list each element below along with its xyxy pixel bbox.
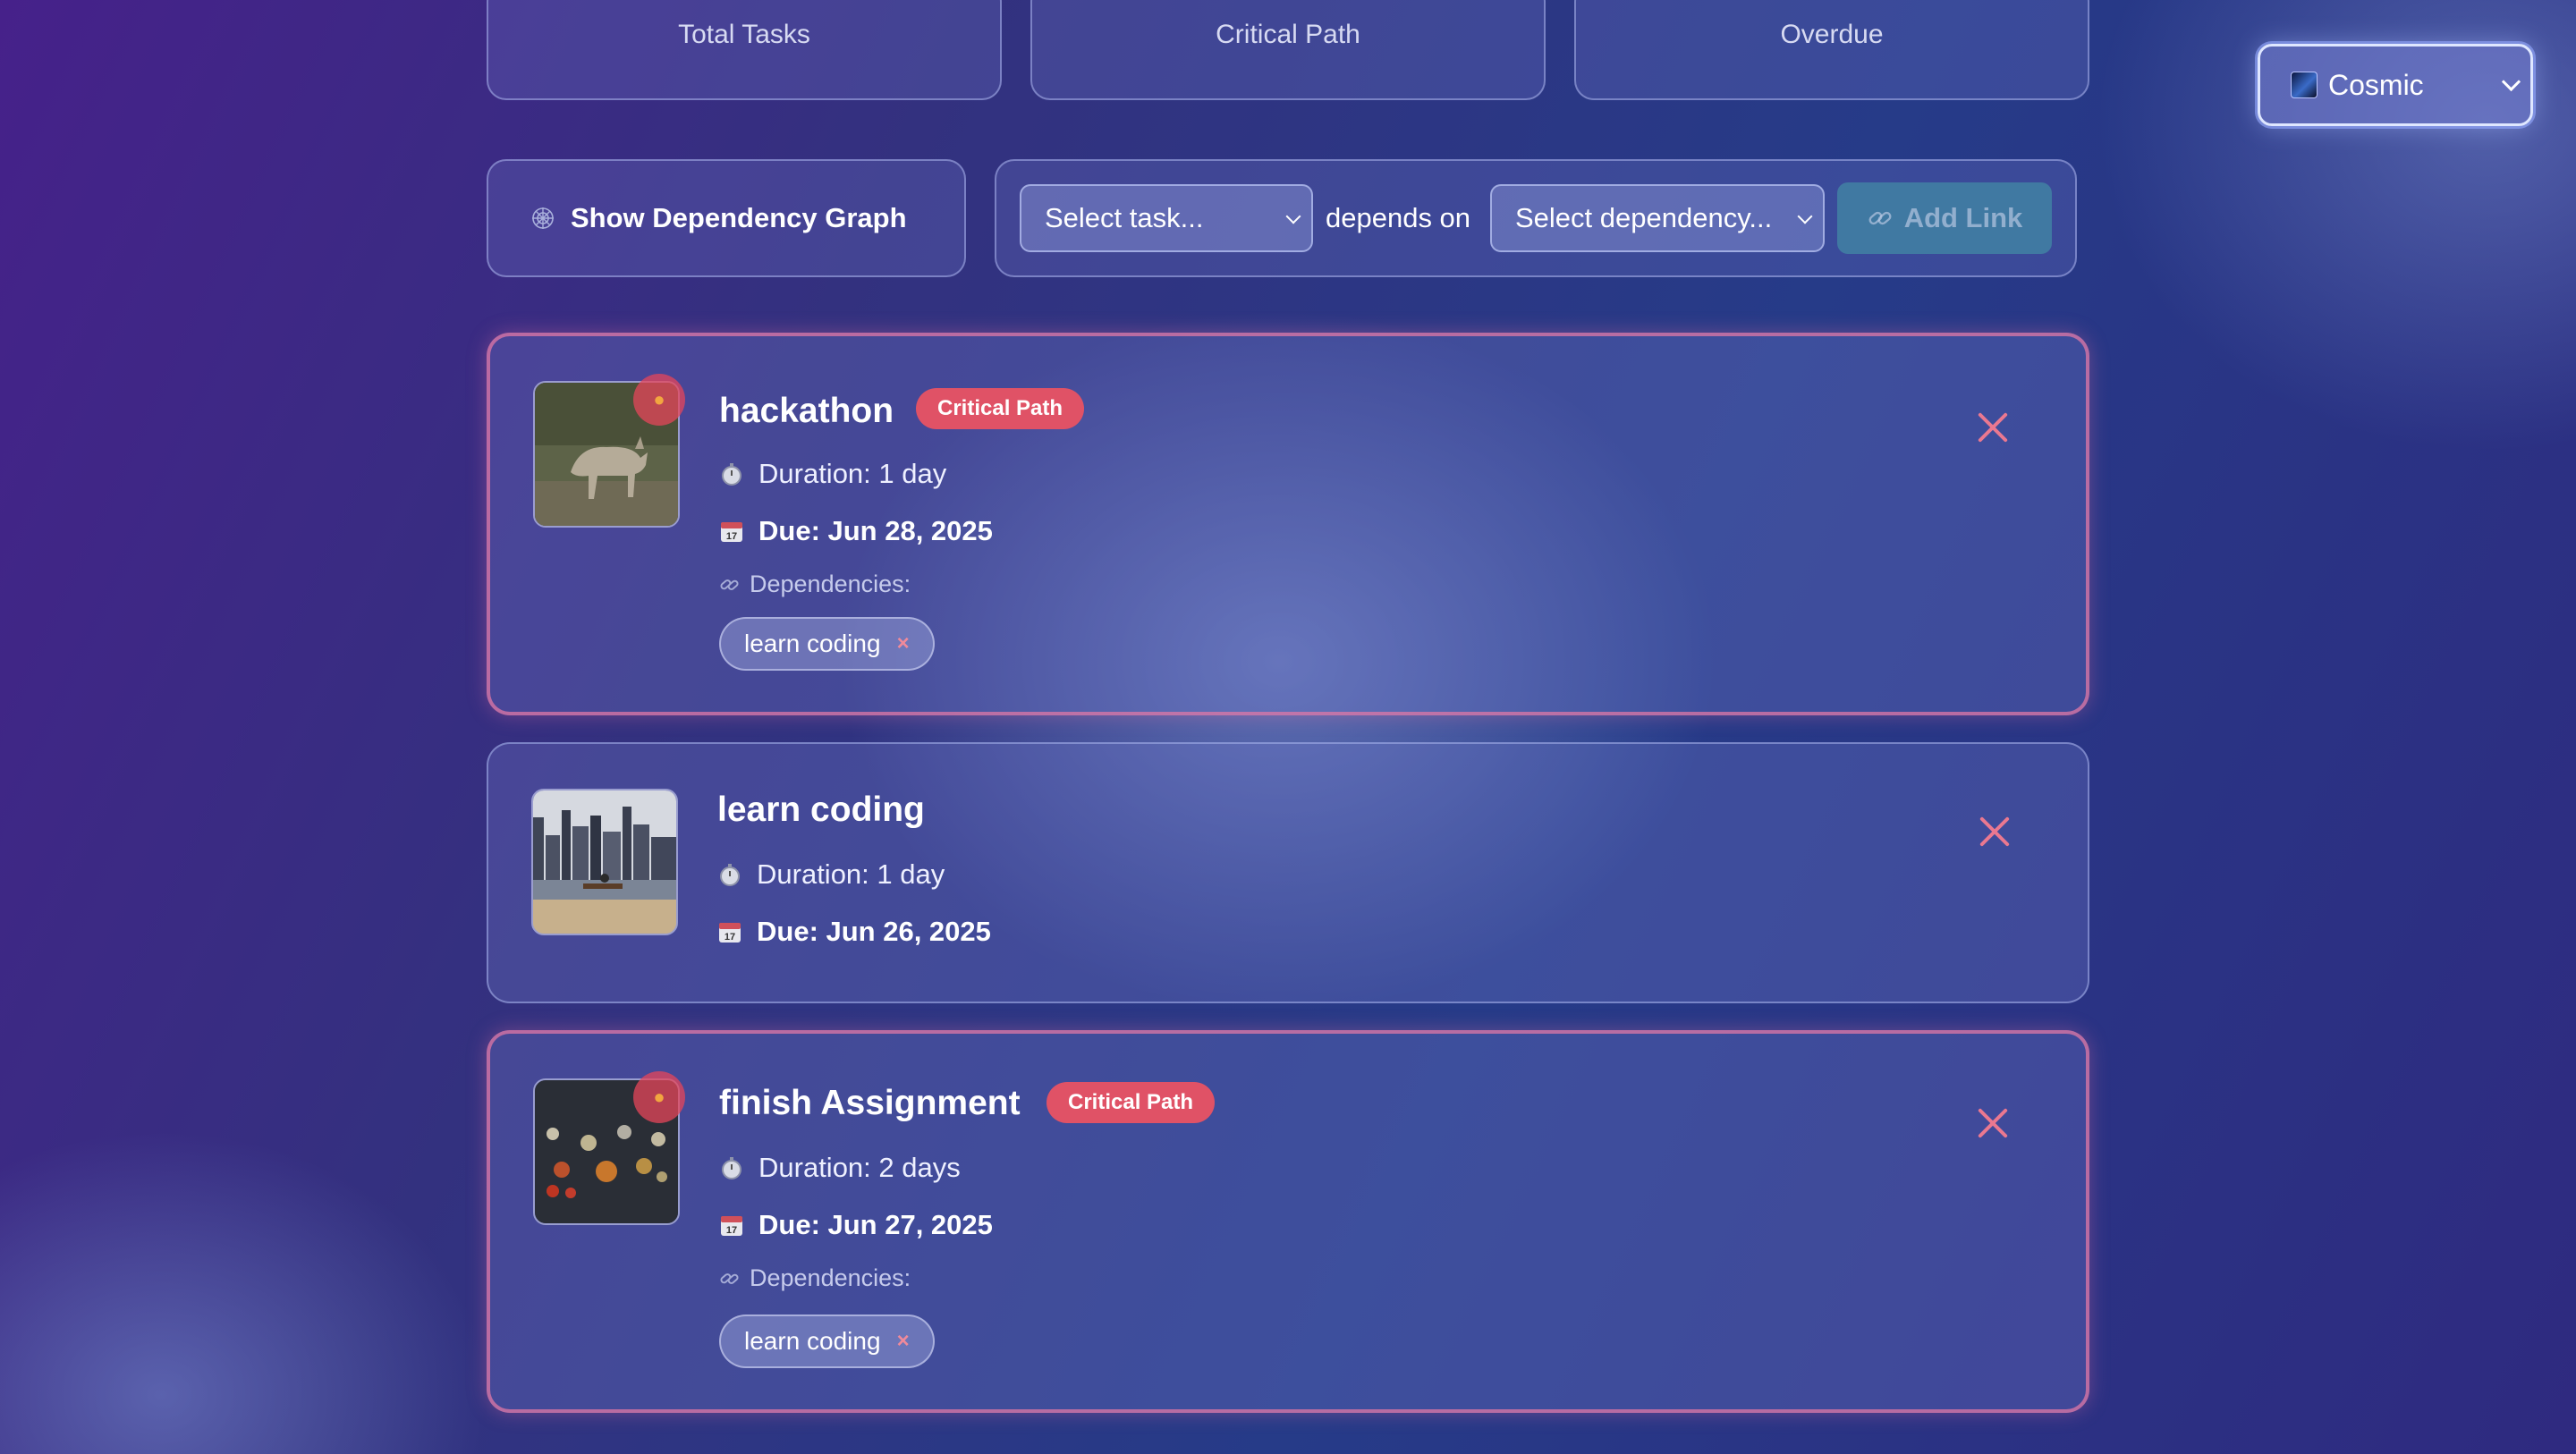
stopwatch-icon — [720, 864, 740, 886]
task-card: learn coding Duration: 1 day 17 Due: Jun… — [487, 742, 2089, 1003]
task-duration: Duration: 1 day — [717, 858, 945, 891]
dependencies-label: Dependencies: — [719, 571, 911, 598]
show-dependency-graph-button[interactable]: Show Dependency Graph — [487, 159, 966, 277]
dependency-select-value: Select dependency... — [1515, 202, 1773, 233]
delete-task-close-icon[interactable] — [1975, 812, 2014, 851]
task-duration: Duration: 2 days — [719, 1152, 961, 1184]
add-link-button[interactable]: Add Link — [1837, 182, 2052, 254]
dependency-chip: learn coding × — [719, 617, 935, 671]
chevron-down-icon — [2501, 72, 2521, 92]
stat-critical-path: Critical Path — [1030, 0, 1546, 100]
task-select-value: Select task... — [1045, 202, 1204, 233]
delete-task-close-icon[interactable] — [1973, 408, 2012, 447]
add-dependency-panel: Select task... depends on Select depende… — [995, 159, 2077, 277]
task-select[interactable]: Select task... — [1020, 184, 1313, 252]
stat-overdue: Overdue — [1574, 0, 2089, 100]
calendar-icon: 17 — [721, 1216, 742, 1236]
task-due-date: 17 Due: Jun 27, 2025 — [719, 1209, 993, 1241]
task-due-date: 17 Due: Jun 28, 2025 — [719, 515, 993, 547]
link-icon — [720, 1272, 739, 1284]
link-icon — [1868, 211, 1892, 225]
flame-icon: ● — [633, 1071, 685, 1123]
task-title: hackathon — [719, 392, 894, 430]
critical-path-badge: Critical Path — [1046, 1082, 1216, 1123]
remove-dependency-icon[interactable]: × — [897, 1329, 910, 1354]
svg-text:17: 17 — [726, 1225, 737, 1236]
svg-text:17: 17 — [726, 531, 737, 542]
flame-icon: ● — [633, 374, 685, 426]
theme-select[interactable]: Cosmic — [2258, 44, 2533, 126]
delete-task-close-icon[interactable] — [1973, 1103, 2012, 1143]
stopwatch-icon — [722, 1157, 741, 1179]
link-icon — [720, 579, 739, 590]
graph-button-label: Show Dependency Graph — [571, 202, 907, 233]
dependency-select[interactable]: Select dependency... — [1490, 184, 1825, 252]
theme-select-value: Cosmic — [2328, 68, 2424, 101]
stat-total-tasks: Total Tasks — [487, 0, 1002, 100]
task-card: ● hackathon Critical Path Duration: 1 da… — [487, 333, 2089, 715]
svg-text:17: 17 — [724, 932, 735, 943]
chevron-down-icon — [1797, 208, 1813, 224]
task-card: ● finish Assignment Critical Path Durati… — [487, 1030, 2089, 1413]
cosmic-thumbnail-icon — [2291, 72, 2318, 98]
dependencies-label: Dependencies: — [719, 1264, 911, 1292]
dependency-chip: learn coding × — [719, 1315, 935, 1368]
critical-path-badge: Critical Path — [916, 388, 1085, 429]
calendar-icon: 17 — [719, 923, 741, 943]
task-image — [531, 789, 678, 935]
stopwatch-icon — [722, 463, 741, 486]
city-skyline-photo — [533, 790, 676, 934]
calendar-icon: 17 — [721, 522, 742, 542]
task-due-date: 17 Due: Jun 26, 2025 — [717, 916, 991, 948]
task-title: finish Assignment — [719, 1084, 1021, 1122]
depends-on-label: depends on — [1326, 202, 1471, 233]
task-duration: Duration: 1 day — [719, 458, 946, 490]
remove-dependency-icon[interactable]: × — [897, 631, 910, 656]
web-icon — [532, 207, 554, 229]
add-link-label: Add Link — [1903, 202, 2023, 233]
task-title: learn coding — [717, 790, 925, 829]
chevron-down-icon — [1285, 208, 1301, 224]
